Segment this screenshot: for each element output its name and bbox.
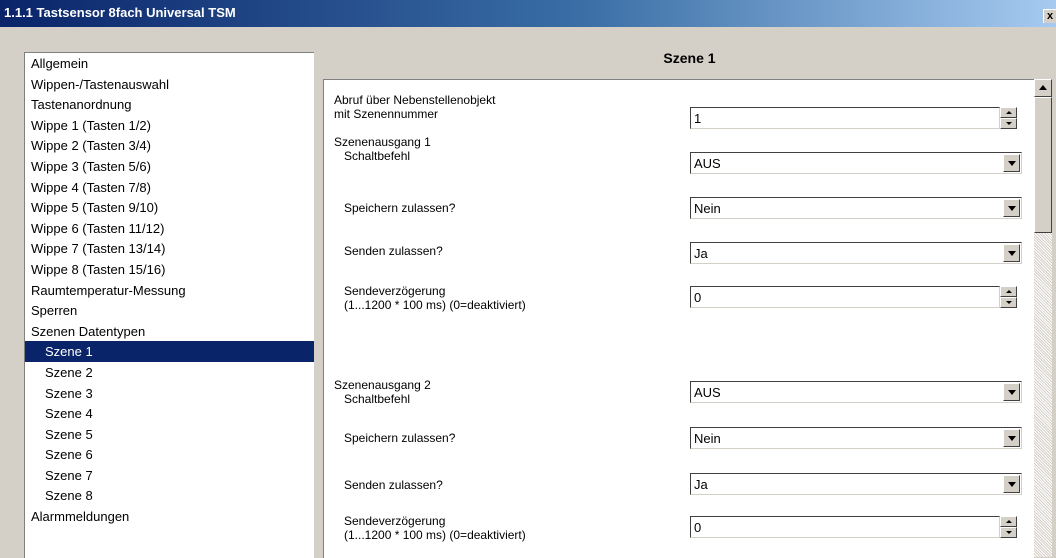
nav-item[interactable]: Sperren: [25, 300, 314, 321]
nav-item[interactable]: Tastenanordnung: [25, 94, 314, 115]
nav-item[interactable]: Szene 5: [25, 424, 314, 445]
nav-item[interactable]: Wippe 4 (Tasten 7/8): [25, 177, 314, 198]
ausgang1-speichern-select[interactable]: Nein: [690, 197, 1022, 219]
nav-item[interactable]: Szene 1: [25, 341, 314, 362]
nav-item[interactable]: Szene 8: [25, 485, 314, 506]
spin-up-icon[interactable]: [1000, 286, 1017, 297]
ausgang2-senden-label: Senden zulassen?: [344, 478, 443, 492]
scroll-up-icon[interactable]: [1034, 79, 1052, 97]
nav-item[interactable]: Wippe 6 (Tasten 11/12): [25, 218, 314, 239]
chevron-down-icon[interactable]: [1003, 383, 1020, 401]
ausgang1-verz-spinner[interactable]: [1000, 286, 1022, 308]
chevron-down-icon[interactable]: [1003, 154, 1020, 172]
chevron-down-icon[interactable]: [1003, 199, 1020, 217]
ausgang2-speichern-select[interactable]: Nein: [690, 427, 1022, 449]
spin-down-icon[interactable]: [1000, 297, 1017, 308]
nav-item[interactable]: Szene 4: [25, 403, 314, 424]
nav-item[interactable]: Wippe 3 (Tasten 5/6): [25, 156, 314, 177]
ausgang1-sendeverzoegerung-label: Sendeverzögerung (1...1200 * 100 ms) (0=d…: [344, 284, 526, 312]
ausgang2-sendeverzoegerung-label: Sendeverzögerung (1...1200 * 100 ms) (0=d…: [344, 514, 526, 542]
parameter-panel: Abruf über Nebenstellenobjekt mit Szenenn…: [323, 79, 1034, 558]
chevron-down-icon[interactable]: [1003, 244, 1020, 262]
chevron-down-icon[interactable]: [1003, 429, 1020, 447]
ausgang1-senden-label: Senden zulassen?: [344, 244, 443, 258]
nav-item[interactable]: Wippe 5 (Tasten 9/10): [25, 197, 314, 218]
abruf-label: Abruf über Nebenstellenobjekt mit Szenenn…: [334, 93, 496, 121]
page-title: Szene 1: [663, 50, 716, 66]
nav-item[interactable]: Szene 6: [25, 444, 314, 465]
close-icon[interactable]: x: [1043, 9, 1056, 23]
vertical-scrollbar[interactable]: [1034, 79, 1052, 557]
parameter-tree[interactable]: Allgemein Wippen-/Tastenauswahl Tastenanor…: [24, 52, 314, 558]
nav-item[interactable]: Szene 2: [25, 362, 314, 383]
scroll-thumb[interactable]: [1034, 97, 1052, 233]
nav-item[interactable]: Szene 3: [25, 383, 314, 404]
nav-item[interactable]: Allgemein: [25, 53, 314, 74]
spin-down-icon[interactable]: [1000, 118, 1017, 129]
ausgang2-senden-select[interactable]: Ja: [690, 473, 1022, 495]
ausgang2-verz-spinner[interactable]: [1000, 516, 1022, 538]
ausgang1-sendeverzoegerung-input[interactable]: 0: [690, 286, 1000, 308]
ausgang1-senden-select[interactable]: Ja: [690, 242, 1022, 264]
abruf-spinner[interactable]: [1000, 107, 1022, 129]
ausgang2-speichern-label: Speichern zulassen?: [344, 431, 456, 445]
nav-item[interactable]: Wippen-/Tastenauswahl: [25, 74, 314, 95]
window-title: 1.1.1 Tastsensor 8fach Universal TSM: [4, 5, 236, 20]
nav-item[interactable]: Szenen Datentypen: [25, 321, 314, 342]
nav-item[interactable]: Wippe 7 (Tasten 13/14): [25, 238, 314, 259]
spin-down-icon[interactable]: [1000, 527, 1017, 538]
nav-item[interactable]: Alarmmeldungen: [25, 506, 314, 527]
nav-item[interactable]: Raumtemperatur-Messung: [25, 280, 314, 301]
ausgang1-schaltbefehl-select[interactable]: AUS: [690, 152, 1022, 174]
nav-item[interactable]: Szene 7: [25, 465, 314, 486]
nav-item[interactable]: Wippe 1 (Tasten 1/2): [25, 115, 314, 136]
ausgang2-schaltbefehl-select[interactable]: AUS: [690, 381, 1022, 403]
nav-item[interactable]: Wippe 2 (Tasten 3/4): [25, 135, 314, 156]
spin-up-icon[interactable]: [1000, 107, 1017, 118]
ausgang2-schaltbefehl-label: Szenenausgang 2 Schaltbefehl: [334, 378, 431, 406]
spin-up-icon[interactable]: [1000, 516, 1017, 527]
ausgang1-speichern-label: Speichern zulassen?: [344, 201, 456, 215]
chevron-down-icon[interactable]: [1003, 475, 1020, 493]
abruf-szenennummer-input[interactable]: 1: [690, 107, 1000, 129]
ausgang2-sendeverzoegerung-input[interactable]: 0: [690, 516, 1000, 538]
nav-item[interactable]: Wippe 8 (Tasten 15/16): [25, 259, 314, 280]
ausgang1-schaltbefehl-label: Szenenausgang 1 Schaltbefehl: [334, 135, 431, 163]
window-title-bar: 1.1.1 Tastsensor 8fach Universal TSM x: [0, 0, 1056, 27]
